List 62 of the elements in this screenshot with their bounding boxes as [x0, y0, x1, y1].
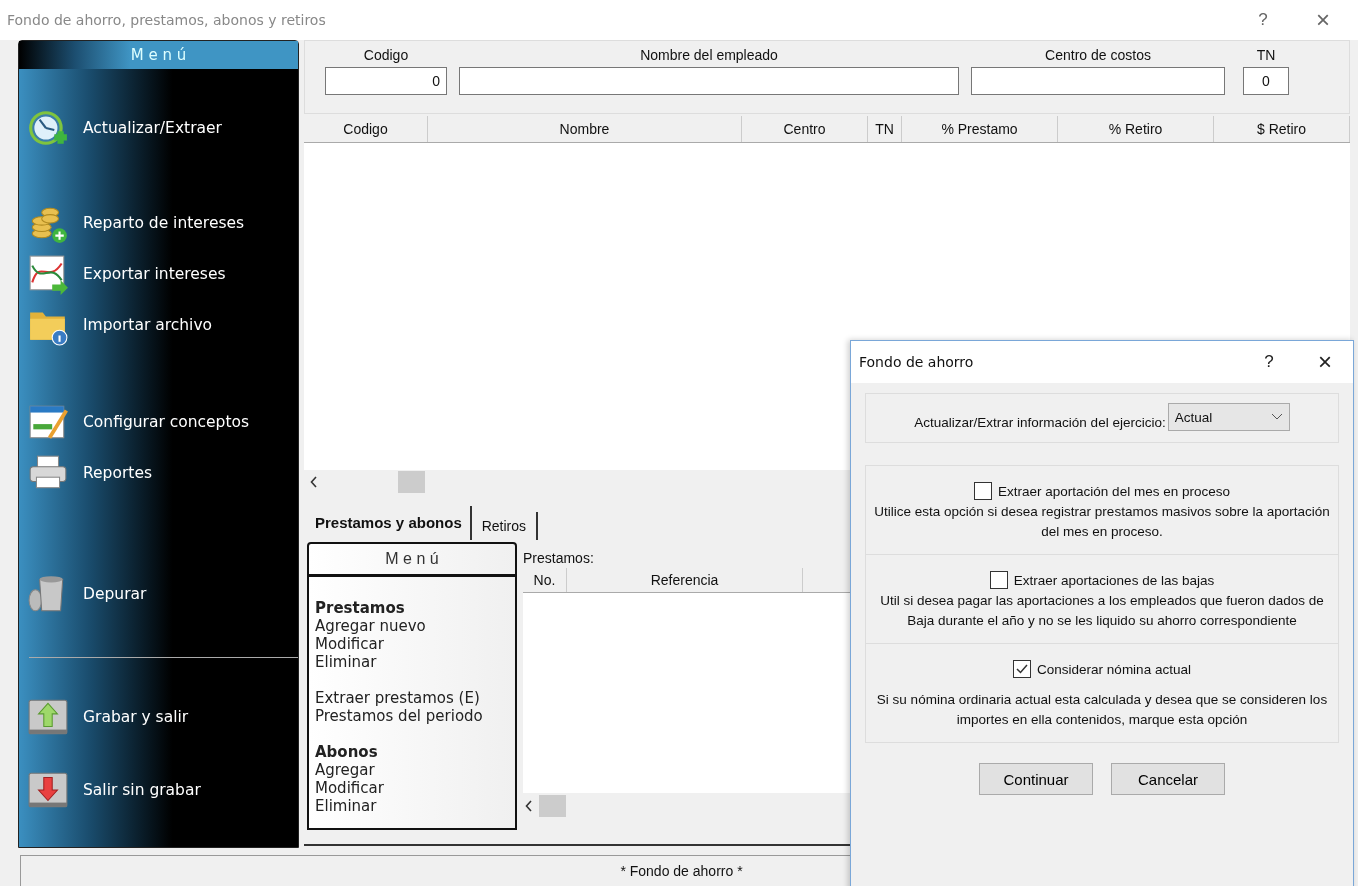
checkbox[interactable] — [989, 571, 1008, 589]
sidebar-title: M e n ú — [19, 41, 298, 69]
sidebar-item[interactable]: Grabar y salir — [19, 696, 298, 738]
loans-label: Prestamos: — [523, 550, 594, 566]
column-header[interactable]: % Prestamo — [902, 116, 1058, 142]
menu-link[interactable]: Eliminar — [315, 653, 377, 671]
column-header[interactable]: Nombre — [428, 116, 742, 142]
menu-link[interactable]: Eliminar — [315, 797, 377, 815]
menu-heading: Abonos — [315, 743, 378, 761]
close-button[interactable]: × — [1297, 348, 1353, 376]
column-header[interactable]: Referencia — [567, 568, 803, 592]
help-button[interactable]: ? — [1238, 10, 1288, 30]
column-header[interactable]: % Retiro — [1058, 116, 1214, 142]
column-header[interactable]: TN — [868, 116, 902, 142]
input-field[interactable] — [971, 67, 1225, 95]
sidebar-item[interactable]: Actualizar/Extraer — [19, 107, 298, 149]
menu-link[interactable]: Modificar — [315, 635, 384, 653]
field-label: Codigo — [363, 47, 409, 63]
checkbox[interactable] — [1013, 660, 1032, 678]
checkbox[interactable] — [974, 482, 993, 500]
sidebar-item[interactable]: Salir sin grabar — [19, 769, 298, 811]
menu-link[interactable]: Agregar — [315, 761, 375, 779]
sidebar-item[interactable]: Exportar intereses — [19, 253, 298, 295]
chart-icon — [27, 253, 69, 295]
column-header[interactable]: $ Retiro — [1214, 116, 1350, 142]
chevron-down-icon — [1270, 413, 1283, 421]
sidebar-item[interactable]: Configurar conceptos — [19, 401, 298, 443]
option-checkbox[interactable]: Considerar nómina actual — [1013, 660, 1191, 678]
option-checkbox[interactable]: Extraer aportación del mes en proceso — [974, 482, 1230, 500]
option-checkbox[interactable]: Extraer aportaciones de las bajas — [989, 571, 1215, 589]
scrollbar-thumb[interactable] — [398, 471, 425, 493]
input-field[interactable]: 0 — [1243, 67, 1289, 95]
column-header[interactable]: No. — [523, 568, 567, 592]
sidebar-item[interactable]: Reportes — [19, 452, 298, 494]
menu-link[interactable]: Extraer prestamos (E) — [315, 689, 480, 707]
sidebar-item[interactable]: Reparto de intereses — [19, 202, 298, 244]
menu-title: M e n ú — [309, 544, 515, 577]
help-button[interactable]: ? — [1241, 352, 1297, 372]
menu-link[interactable]: Modificar — [315, 779, 384, 797]
menu-heading: Prestamos — [315, 599, 405, 617]
option-description: Si su nómina ordinaria actual esta calculada y desea que se consideren los importes en ella contenidos, marque esta opción — [875, 691, 1329, 729]
input-field[interactable]: 0 — [325, 67, 447, 95]
option-description: Utilice esta opción si desea registrar prestamos masivos sobre la aportación del mes en proceso. — [873, 503, 1331, 541]
sidebar-item[interactable]: Importar archivo — [19, 304, 298, 346]
dialog-title: Fondo de ahorro — [859, 354, 975, 370]
input-field[interactable] — [459, 67, 959, 95]
field-label: TN — [1256, 47, 1276, 63]
column-header[interactable]: Codigo — [304, 116, 428, 142]
field-label: Nombre del empleado — [640, 47, 778, 63]
column-header[interactable]: Centro — [742, 116, 868, 142]
exercise-dropdown[interactable]: Actual — [1167, 403, 1290, 431]
exercise-label: Actualizar/Extrar información del ejercicio: — [914, 414, 1166, 430]
option-description: Util si desea pagar las aportaciones a los empleados que fueron dados de Baja durante el año y no se les liquido su ahorro correspondiente — [879, 592, 1325, 630]
sidebar-item[interactable]: Depurar — [19, 573, 298, 615]
scrollbar-thumb[interactable] — [539, 795, 566, 817]
menu-link[interactable]: Agregar nuevo — [315, 617, 426, 635]
menu-link[interactable]: Prestamos del periodo — [315, 707, 483, 725]
field-label: Centro de costos — [1045, 47, 1151, 63]
close-button[interactable]: × — [1288, 6, 1358, 34]
dialog-button[interactable]: Cancelar — [1111, 763, 1225, 795]
window-title: Fondo de ahorro, prestamos, abonos y retiros — [7, 12, 327, 28]
dialog-button[interactable]: Continuar — [979, 763, 1093, 795]
